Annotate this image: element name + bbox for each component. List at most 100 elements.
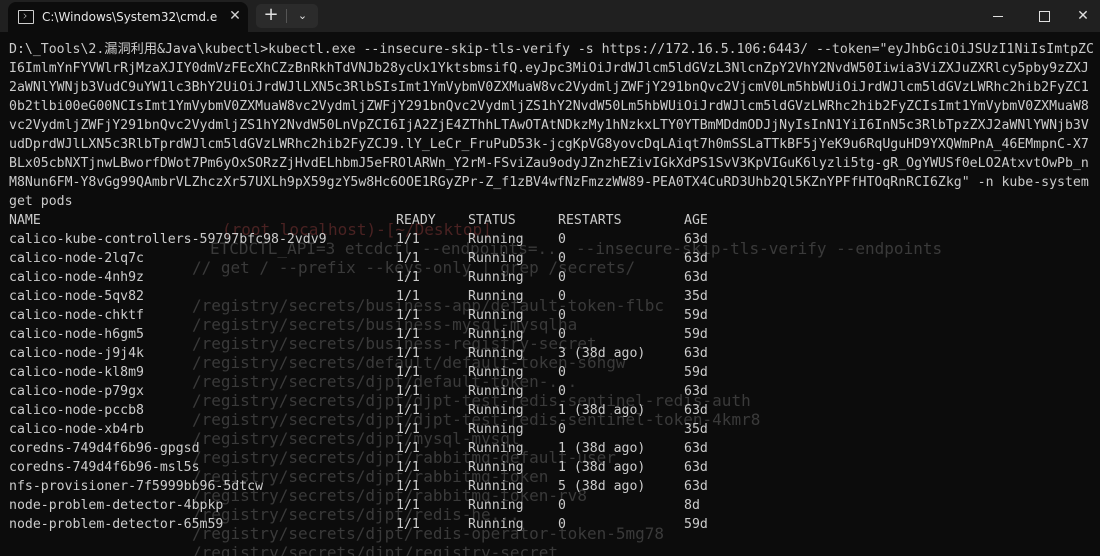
pod-status: Running [468,289,524,304]
pod-restarts: 3 (38d ago) [558,346,646,361]
pod-age: 63d [684,479,708,494]
pod-restarts: 0 [558,422,566,437]
pod-name: coredns-749d4f6b96-msl5s [9,460,200,475]
pod-restarts: 0 [558,289,566,304]
pod-restarts: 0 [558,327,566,342]
pod-status: Running [468,422,524,437]
pod-name: calico-node-j9j4k [9,346,144,361]
pod-age: 63d [684,346,708,361]
pod-age: 35d [684,289,708,304]
pod-age: 63d [684,441,708,456]
table-row: calico-node-5qv82 1/1 Running 0 35d [9,287,1099,306]
pod-status: Running [468,479,524,494]
pod-name: calico-node-chktf [9,308,144,323]
pod-ready: 1/1 [396,270,420,285]
pod-name: calico-node-5qv82 [9,289,144,304]
pod-age: 63d [684,232,708,247]
pod-restarts: 0 [558,365,566,380]
pod-status: Running [468,441,524,456]
pod-age: 35d [684,422,708,437]
pod-name: calico-node-p79gx [9,384,144,399]
table-row: node-problem-detector-4bpkp 1/1 Running 0 8d [9,496,1099,515]
new-tab-group: + ⌄ [256,4,318,28]
tab-close-icon[interactable]: ✕ [226,7,244,25]
pod-restarts: 0 [558,517,566,532]
header-name: NAME [9,213,41,228]
pod-ready: 1/1 [396,441,420,456]
pod-name: nfs-provisioner-7f5999bb96-5dtcw [9,479,264,494]
minimize-button[interactable] [975,0,1021,32]
pod-name: node-problem-detector-4bpkp [9,498,224,513]
pod-restarts: 0 [558,232,566,247]
tab-title: C:\Windows\System32\cmd.e [42,10,217,24]
pod-restarts: 5 (38d ago) [558,479,646,494]
pod-name: calico-kube-controllers-59797bfc98-2vdv9 [9,232,327,247]
table-row: calico-node-kl8m9 1/1 Running 0 59d [9,363,1099,382]
terminal-tab[interactable]: C:\Windows\System32\cmd.e ✕ [8,2,248,32]
pod-ready: 1/1 [396,346,420,361]
pod-ready: 1/1 [396,327,420,342]
pod-name: calico-node-xb4rb [9,422,144,437]
pod-ready: 1/1 [396,365,420,380]
table-row: calico-node-h6gm5 1/1 Running 0 59d [9,325,1099,344]
pod-status: Running [468,365,524,380]
cmd-icon [18,10,34,24]
table-row: calico-node-4nh9z 1/1 Running 0 63d [9,268,1099,287]
pod-restarts: 0 [558,384,566,399]
header-restarts: RESTARTS [558,213,622,228]
pod-ready: 1/1 [396,403,420,418]
pod-ready: 1/1 [396,384,420,399]
table-row: calico-node-pccb8 1/1 Running 1 (38d ago) 63… [9,401,1099,420]
pod-status: Running [468,251,524,266]
pod-restarts: 0 [558,498,566,513]
pod-age: 59d [684,308,708,323]
pod-ready: 1/1 [396,517,420,532]
new-tab-button[interactable]: + [256,4,286,28]
pod-age: 63d [684,460,708,475]
pod-status: Running [468,346,524,361]
command-line: D:\_Tools\2.漏洞利用&Java\kubectl>kubectl.ex… [9,42,1097,209]
pod-restarts: 0 [558,270,566,285]
pod-restarts: 1 (38d ago) [558,460,646,475]
pod-ready: 1/1 [396,232,420,247]
table-row: coredns-749d4f6b96-gpgsd 1/1 Running 1 (38d… [9,439,1099,458]
pod-name: calico-node-kl8m9 [9,365,144,380]
pod-age: 59d [684,517,708,532]
pod-ready: 1/1 [396,498,420,513]
pod-name: calico-node-4nh9z [9,270,144,285]
pod-list: calico-kube-controllers-59797bfc98-2vdv9… [9,230,1099,534]
pod-ready: 1/1 [396,308,420,323]
pod-restarts: 0 [558,308,566,323]
table-row: calico-node-p79gx 1/1 Running 0 63d [9,382,1099,401]
pod-age: 63d [684,384,708,399]
pod-age: 59d [684,365,708,380]
maximize-button[interactable] [1021,0,1067,32]
title-bar: C:\Windows\System32\cmd.e ✕ + ⌄ ✕ [0,0,1100,32]
pod-status: Running [468,308,524,323]
terminal-area[interactable]: (root️ localhost)-[~/Desktop] ETCDCTL_AP… [0,32,1100,556]
table-row: calico-node-xb4rb 1/1 Running 0 35d [9,420,1099,439]
pod-age: 8d [684,498,700,513]
pod-restarts: 1 (38d ago) [558,403,646,418]
pod-name: calico-node-h6gm5 [9,327,144,342]
pod-age: 63d [684,403,708,418]
pod-restarts: 0 [558,251,566,266]
maximize-icon [1039,11,1050,22]
pod-name: coredns-749d4f6b96-gpgsd [9,441,200,456]
pod-name: calico-node-2lq7c [9,251,144,266]
pod-restarts: 1 (38d ago) [558,441,646,456]
pod-ready: 1/1 [396,460,420,475]
close-button[interactable]: ✕ [1066,0,1100,32]
pod-ready: 1/1 [396,479,420,494]
overlay-line: /registry/secrets/djpt/registry-secret [192,543,559,556]
tab-dropdown-button[interactable]: ⌄ [287,4,318,28]
pod-status: Running [468,460,524,475]
table-header: NAME READY STATUS RESTARTS AGE [9,211,1099,230]
pod-status: Running [468,498,524,513]
pod-status: Running [468,517,524,532]
table-row: nfs-provisioner-7f5999bb96-5dtcw 1/1 Runni… [9,477,1099,496]
pod-status: Running [468,384,524,399]
header-ready: READY [396,213,436,228]
pod-ready: 1/1 [396,289,420,304]
pod-ready: 1/1 [396,422,420,437]
